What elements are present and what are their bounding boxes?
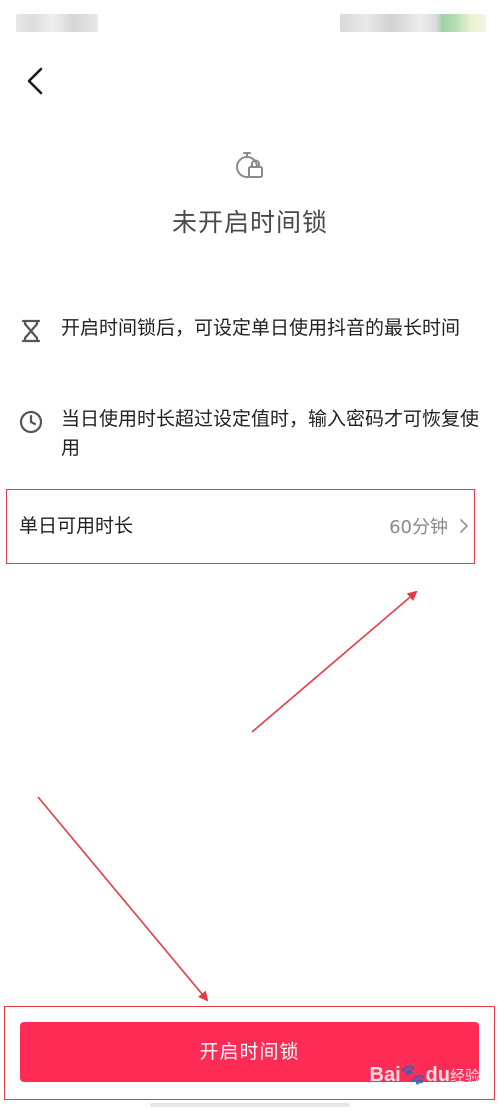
setting-label: 单日可用时长	[19, 515, 134, 537]
watermark-cn: 经验	[449, 1068, 480, 1085]
paw-icon: 🐾	[400, 1064, 426, 1086]
arrow-to-setting	[251, 590, 418, 733]
watermark-brand: Bai	[369, 1064, 401, 1086]
status-bar-left-blurred	[16, 14, 98, 32]
info-text-daily-limit: 开启时间锁后，可设定单日使用抖音的最长时间	[61, 317, 461, 339]
timer-lock-icon	[236, 152, 263, 178]
clock-icon	[19, 410, 43, 434]
info-text-password-resume: 当日使用时长超过设定值时，输入密码才可恢复使用	[61, 408, 480, 459]
baidu-watermark: Bai🐾du经验	[370, 1062, 480, 1087]
watermark-suffix: du	[425, 1064, 450, 1086]
info-item-password-resume: 当日使用时长超过设定值时，输入密码才可恢复使用	[18, 405, 484, 463]
back-button[interactable]	[18, 64, 52, 98]
time-lock-page: 未开启时间锁 开启时间锁后，可设定单日使用抖音的最长时间 当日使用时长超过设定值…	[0, 0, 500, 1111]
arrow-to-button	[37, 796, 209, 1002]
daily-duration-setting-row[interactable]: 单日可用时长 60分钟	[6, 489, 475, 564]
setting-value: 60分钟	[389, 517, 448, 538]
page-title: 未开启时间锁	[171, 208, 328, 237]
status-bar-right-blurred	[340, 14, 486, 32]
info-item-daily-limit: 开启时间锁后，可设定单日使用抖音的最长时间	[18, 314, 484, 344]
chevron-right-icon	[460, 519, 468, 533]
hourglass-icon	[21, 319, 41, 343]
home-indicator	[150, 1103, 350, 1107]
chevron-left-icon	[27, 67, 43, 95]
